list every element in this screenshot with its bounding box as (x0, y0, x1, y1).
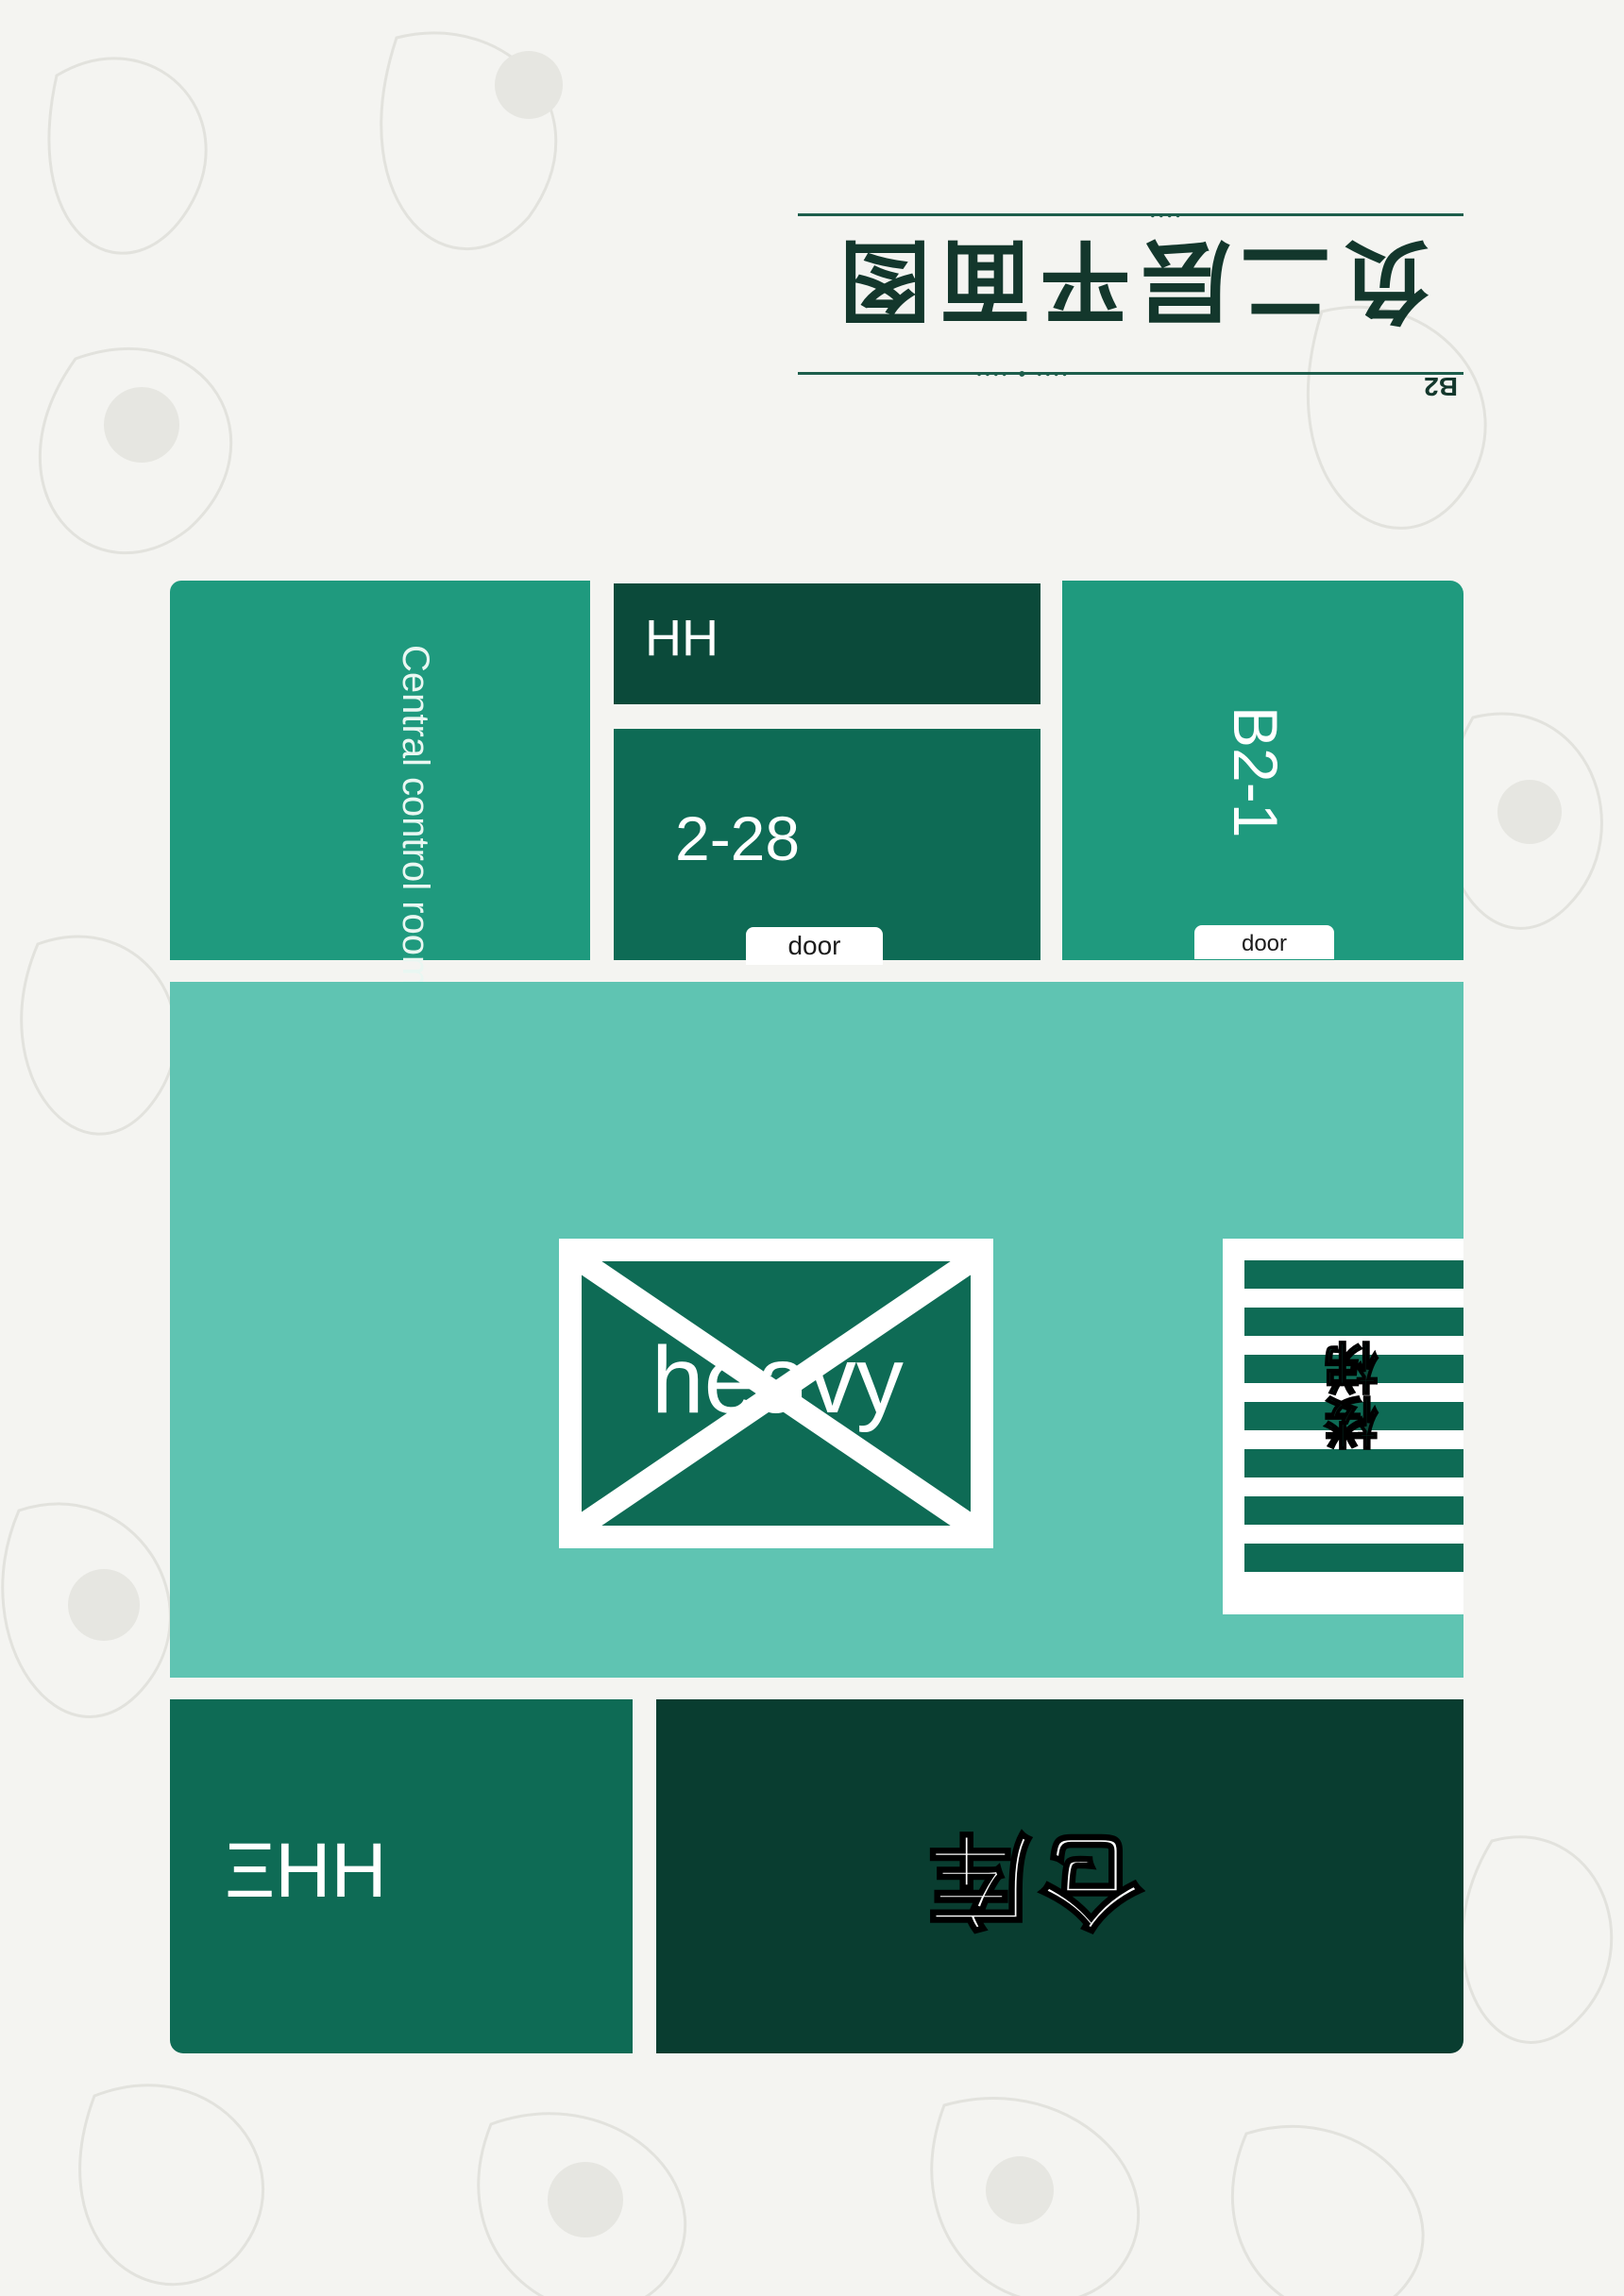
stair-step (1244, 1496, 1463, 1525)
central-control-room-label: Central control room (395, 645, 436, 988)
room-2-28-door[interactable]: door (746, 927, 883, 965)
stair-step (1244, 1449, 1463, 1477)
stair-step (1244, 1260, 1463, 1289)
bottom-left-room-label: ΞHH (225, 1828, 387, 1914)
room-2-28-label: 2-28 (675, 803, 801, 873)
stair-step (1244, 1308, 1463, 1336)
room-b2-1-door[interactable]: door (1194, 925, 1334, 959)
hh-room-label: HH (645, 610, 719, 667)
stair-step (1244, 1544, 1463, 1572)
elevator-label: heavy (651, 1327, 904, 1433)
warehouse-label: 仓库 (920, 1819, 1145, 1938)
room-b2-1-label: B2-1 (1221, 706, 1291, 838)
stairs-label: 楼梯 (1325, 1340, 1388, 1451)
floor-plan: Central control room HH 2-28 door B2-1 d… (0, 0, 1624, 2296)
